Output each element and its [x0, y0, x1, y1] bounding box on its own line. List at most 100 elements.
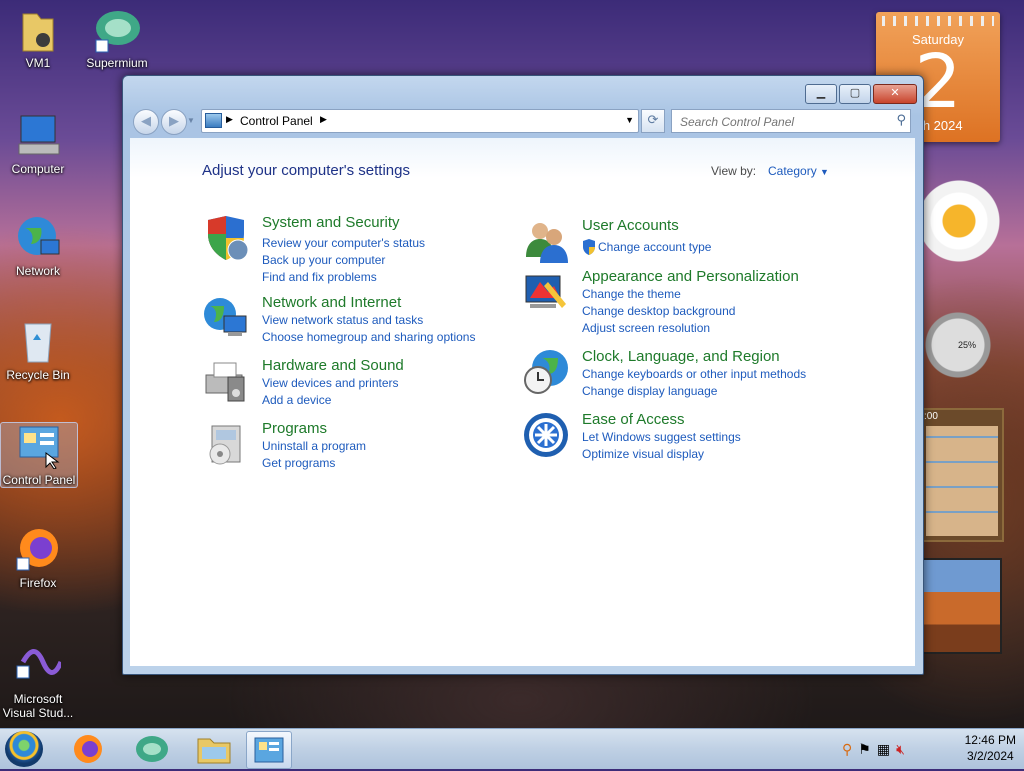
- link-change-account-type[interactable]: Change account type: [598, 240, 711, 254]
- taskbar-control-panel[interactable]: [246, 731, 292, 769]
- link-display-language[interactable]: Change display language: [582, 384, 717, 398]
- link-find-fix-problems[interactable]: Find and fix problems: [262, 270, 377, 284]
- control-panel-window[interactable]: ▁ ▢ ✕ ◀ ▶ ▼ ▶ Control Panel ▶ ▼ ⟳ ⚲ Adju…: [122, 75, 924, 675]
- slideshow-gadget[interactable]: [920, 558, 1002, 654]
- view-by-value: Category: [768, 164, 817, 178]
- desktop-icon-label: Supermium: [86, 56, 148, 70]
- system-tray: ⚲ ⚑ ▦ 🔇︎: [842, 741, 905, 758]
- desktop-icon-control-panel[interactable]: Control Panel: [0, 422, 78, 488]
- breadcrumb-control-panel[interactable]: Control Panel: [240, 114, 313, 128]
- category-title[interactable]: Programs: [262, 420, 327, 437]
- start-button[interactable]: [5, 731, 43, 767]
- navigation-bar: ◀ ▶ ▼ ▶ Control Panel ▶ ▼ ⟳ ⚲: [131, 106, 915, 135]
- taskbar-file-explorer[interactable]: [192, 731, 236, 767]
- view-by-label: View by:: [711, 164, 757, 178]
- control-panel-small-icon: [205, 113, 222, 128]
- forward-button[interactable]: ▶: [161, 109, 187, 135]
- link-back-up[interactable]: Back up your computer: [262, 253, 385, 267]
- link-devices-printers[interactable]: View devices and printers: [262, 376, 399, 390]
- folder-icon: [197, 738, 231, 764]
- desktop-icon-label: Computer: [11, 162, 65, 176]
- puzzle-grid[interactable]: [926, 426, 998, 536]
- desktop-icon-vm1[interactable]: VM1: [0, 6, 78, 70]
- link-change-theme[interactable]: Change the theme: [582, 287, 681, 301]
- firefox-icon: [74, 735, 102, 763]
- recycle-bin-icon: [15, 318, 61, 364]
- clock-gadget[interactable]: [918, 160, 1000, 282]
- tray-date: 3/2/2024: [966, 749, 1014, 763]
- maximize-button[interactable]: ▢: [839, 84, 871, 104]
- desktop-icon-label: Firefox: [19, 576, 57, 590]
- category-title[interactable]: Appearance and Personalization: [582, 268, 799, 285]
- user-accounts-icon: [522, 217, 570, 265]
- category-title[interactable]: Ease of Access: [582, 411, 685, 428]
- search-input[interactable]: [678, 112, 892, 132]
- volume-muted-icon[interactable]: 🔇︎: [896, 741, 905, 758]
- network-tray-icon[interactable]: ▦: [877, 741, 890, 758]
- link-screen-resolution[interactable]: Adjust screen resolution: [582, 321, 710, 335]
- desktop-icon-label: VM1: [25, 56, 51, 70]
- link-add-device[interactable]: Add a device: [262, 393, 331, 407]
- link-network-status[interactable]: View network status and tasks: [262, 313, 423, 327]
- category-title[interactable]: Network and Internet: [262, 294, 401, 311]
- shield-icon: [202, 214, 250, 262]
- category-system-and-security: System and Security Review your computer…: [202, 214, 502, 284]
- recent-pages-dropdown[interactable]: ▼: [187, 116, 195, 125]
- link-windows-suggest-settings[interactable]: Let Windows suggest settings: [582, 430, 741, 444]
- taskbar-supermium[interactable]: [130, 731, 174, 767]
- clock-tray[interactable]: 12:46 PM 3/2/2024: [965, 733, 1016, 763]
- desktop-icon-network[interactable]: Network: [0, 214, 78, 278]
- desktop-icon-computer[interactable]: Computer: [0, 112, 78, 176]
- link-desktop-background[interactable]: Change desktop background: [582, 304, 735, 318]
- minimize-button[interactable]: ▁: [805, 84, 837, 104]
- clock-globe-icon: [522, 348, 570, 396]
- cpu-meter-gadget[interactable]: 25%: [912, 300, 1004, 390]
- breadcrumb-chevron-icon[interactable]: ▶: [320, 114, 327, 125]
- category-title[interactable]: Hardware and Sound: [262, 357, 404, 374]
- close-button[interactable]: ✕: [873, 84, 917, 104]
- desktop-icon-firefox[interactable]: Firefox: [0, 526, 78, 590]
- address-bar[interactable]: ▶ Control Panel ▶ ▼: [201, 109, 639, 133]
- link-uninstall-program[interactable]: Uninstall a program: [262, 439, 366, 453]
- address-dropdown-icon[interactable]: ▼: [625, 115, 634, 125]
- search-box[interactable]: ⚲: [671, 109, 911, 133]
- search-icon[interactable]: ⚲: [896, 112, 906, 128]
- link-homegroup-sharing[interactable]: Choose homegroup and sharing options: [262, 330, 475, 344]
- category-title[interactable]: User Accounts: [582, 217, 679, 234]
- content-pane: Adjust your computer's settings View by:…: [130, 138, 915, 666]
- search-tray-icon[interactable]: ⚲: [842, 741, 852, 758]
- link-optimize-visual-display[interactable]: Optimize visual display: [582, 447, 704, 461]
- category-title[interactable]: Clock, Language, and Region: [582, 348, 780, 365]
- supermium-icon: [136, 736, 168, 762]
- link-review-status[interactable]: Review your computer's status: [262, 236, 425, 250]
- category-clock-language-region: Clock, Language, and Region Change keybo…: [522, 348, 842, 398]
- uac-shield-icon: [582, 239, 596, 258]
- category-ease-of-access: Ease of Access Let Windows suggest setti…: [522, 411, 842, 461]
- desktop-icon-label: Microsoft Visual Stud...: [2, 692, 74, 720]
- caption-buttons: ▁ ▢ ✕: [803, 84, 917, 104]
- puzzle-timer: :00: [924, 411, 938, 422]
- refresh-button[interactable]: ⟳: [641, 109, 665, 133]
- taskbar-firefox[interactable]: [66, 731, 110, 767]
- appearance-icon: [522, 268, 570, 316]
- category-title[interactable]: System and Security: [262, 214, 400, 231]
- breadcrumb-separator-icon[interactable]: ▶: [226, 114, 233, 125]
- taskbar: ⚲ ⚑ ▦ 🔇︎ 12:46 PM 3/2/2024: [0, 728, 1024, 769]
- picture-puzzle-gadget[interactable]: :00: [920, 408, 1004, 542]
- cpu-meter-percent: 25%: [958, 340, 977, 350]
- view-by-dropdown[interactable]: Category ▼: [768, 164, 829, 178]
- desktop-icon-supermium[interactable]: Supermium: [77, 6, 157, 70]
- network-globe-icon: [15, 214, 61, 260]
- category-appearance-personalization: Appearance and Personalization Change th…: [522, 268, 842, 338]
- desktop-icon-recycle-bin[interactable]: Recycle Bin: [0, 318, 78, 382]
- link-get-programs[interactable]: Get programs: [262, 456, 335, 470]
- desktop-icon-label: Network: [15, 264, 60, 278]
- desktop-icon-label: Recycle Bin: [6, 368, 70, 382]
- firefox-icon: [15, 526, 61, 572]
- category-user-accounts: User Accounts Change account type: [522, 217, 842, 263]
- desktop-icon-visual-studio[interactable]: Microsoft Visual Stud...: [0, 642, 78, 720]
- action-center-flag-icon[interactable]: ⚑: [858, 741, 871, 758]
- back-button[interactable]: ◀: [133, 109, 159, 135]
- supermium-icon: [94, 6, 140, 53]
- link-change-keyboards[interactable]: Change keyboards or other input methods: [582, 367, 806, 381]
